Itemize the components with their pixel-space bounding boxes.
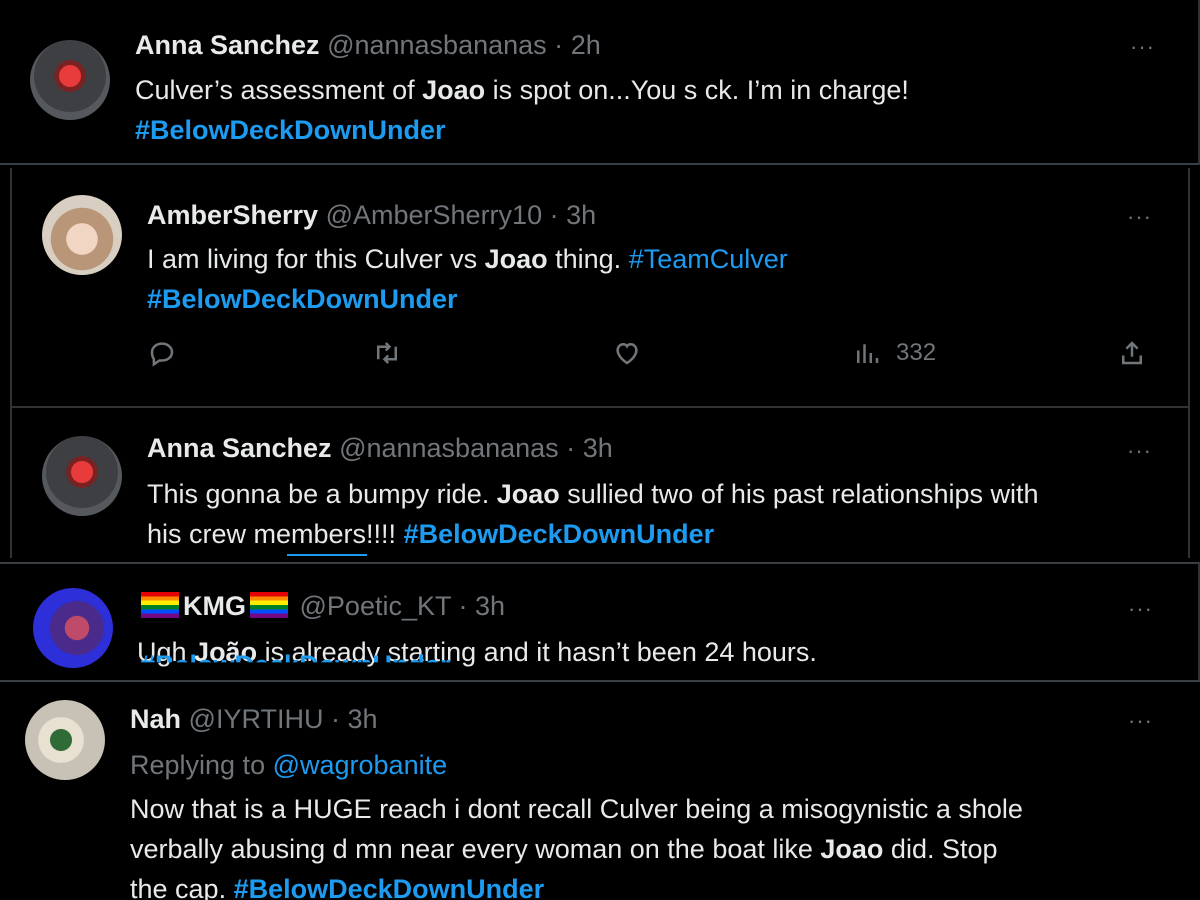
- avatar[interactable]: [42, 195, 122, 275]
- text-segment: sullied two of his past relationships wi…: [559, 479, 1039, 509]
- display-name[interactable]: KMG: [183, 591, 246, 621]
- separator-dot: ·: [549, 200, 559, 230]
- replying-to: Replying to @wagrobanite: [130, 745, 447, 785]
- user-handle[interactable]: @Poetic_KT: [300, 591, 451, 621]
- separator-dot: ·: [554, 30, 564, 60]
- user-handle[interactable]: @nannasbananas: [339, 433, 559, 463]
- views-count: 332: [896, 339, 937, 366]
- tweet-card[interactable]: Nah @IYRTIHU · 3h ··· Replying to @wagro…: [0, 680, 1200, 900]
- hashtag-link[interactable]: #BelowDeckDownUnder: [135, 115, 446, 145]
- timestamp[interactable]: 3h: [475, 591, 505, 621]
- hashtag-link[interactable]: #BelowDeckDownUnder: [234, 874, 545, 900]
- tweet-text: Now that is a HUGE reach i dont recall C…: [130, 789, 1023, 829]
- avatar[interactable]: [33, 588, 113, 668]
- tweet-text: I am living for this Culver vs Joao thin…: [147, 239, 788, 279]
- more-options-icon[interactable]: ···: [1127, 204, 1152, 230]
- avatar[interactable]: [25, 700, 105, 780]
- more-options-icon[interactable]: ···: [1130, 34, 1155, 60]
- separator-dot: ·: [566, 433, 576, 463]
- share-icon: [1122, 341, 1142, 365]
- tweet-text-line2: verbally abusing d mn near every woman o…: [130, 829, 998, 869]
- bold-text: Joao: [496, 479, 560, 509]
- text-segment: did. Stop: [883, 834, 998, 864]
- avatar[interactable]: [42, 436, 122, 516]
- hashtag-line: #BelowDeckDownUnder: [147, 279, 458, 319]
- user-handle[interactable]: @nannasbananas: [327, 30, 547, 60]
- text-segment: is spot on...You s ck. I’m in charge!: [485, 75, 909, 105]
- tweet-header: Anna Sanchez @nannasbananas · 2h: [135, 30, 601, 61]
- action-bar: 332: [142, 333, 1152, 373]
- views-button[interactable]: 332: [852, 333, 936, 373]
- tweet-header: Nah @IYRTIHU · 3h: [130, 704, 378, 735]
- reply-prefix: Replying to: [130, 750, 273, 780]
- separator-dot: ·: [458, 591, 468, 621]
- timestamp[interactable]: 2h: [571, 30, 601, 60]
- reply-button[interactable]: [147, 333, 177, 373]
- display-name[interactable]: Anna Sanchez: [147, 433, 332, 463]
- heart-icon: [616, 342, 638, 365]
- more-options-icon[interactable]: ···: [1128, 596, 1153, 622]
- tweet-card[interactable]: KMG @Poetic_KT · 3h ··· Ugh João is alre…: [0, 562, 1200, 680]
- reply-icon: [150, 342, 174, 367]
- rainbow-flag-icon: [141, 592, 179, 618]
- more-options-icon[interactable]: ···: [1128, 708, 1153, 734]
- avatar[interactable]: [30, 40, 110, 120]
- text-segment: the cap.: [130, 874, 234, 900]
- user-handle[interactable]: @AmberSherry10: [326, 200, 543, 230]
- text-segment: his crew members!!!!: [147, 519, 404, 549]
- user-handle[interactable]: @IYRTIHU: [189, 704, 324, 734]
- retweet-button[interactable]: [372, 333, 402, 373]
- hashtag-line: #BelowDeckDownUnder: [135, 110, 446, 150]
- tweet-header: KMG @Poetic_KT · 3h: [137, 591, 505, 622]
- bold-text: Joao: [422, 75, 486, 105]
- bold-text: Joao: [820, 834, 884, 864]
- tweet-card[interactable]: Anna Sanchez @nannasbananas · 3h ··· Thi…: [10, 408, 1190, 558]
- text-segment: This gonna be a bumpy ride.: [147, 479, 497, 509]
- tweet-text-line2: his crew members!!!! #BelowDeckDownUnder: [147, 514, 714, 554]
- text-segment: verbally abusing d mn near every woman o…: [130, 834, 821, 864]
- tweet-card[interactable]: AmberSherry @AmberSherry10 · 3h ··· I am…: [10, 168, 1190, 408]
- text-segment: Culver’s assessment of: [135, 75, 423, 105]
- display-name[interactable]: Nah: [130, 704, 181, 734]
- display-name[interactable]: Anna Sanchez: [135, 30, 320, 60]
- hashtag-link[interactable]: #BelowDeckDownUnder: [404, 519, 715, 549]
- divider: [287, 554, 367, 556]
- timestamp[interactable]: 3h: [583, 433, 613, 463]
- tweet-header: AmberSherry @AmberSherry10 · 3h: [147, 200, 596, 231]
- reply-handle-link[interactable]: @wagrobanite: [273, 750, 448, 780]
- timestamp[interactable]: 3h: [347, 704, 377, 734]
- text-segment: thing.: [547, 244, 629, 274]
- tweet-header: Anna Sanchez @nannasbananas · 3h: [147, 433, 613, 464]
- text-segment: Now that is a HUGE reach i dont recall C…: [130, 794, 1023, 824]
- rainbow-flag-icon: [250, 592, 288, 618]
- tweet-text-line3: the cap. #BelowDeckDownUnder: [130, 869, 544, 900]
- tweet-text: This gonna be a bumpy ride. Joao sullied…: [147, 474, 1039, 514]
- share-button[interactable]: [1117, 333, 1147, 373]
- hashtag-link[interactable]: #TeamCulver: [629, 244, 788, 274]
- timestamp[interactable]: 3h: [566, 200, 596, 230]
- like-button[interactable]: [612, 333, 642, 373]
- bold-text: Joao: [484, 244, 548, 274]
- display-name[interactable]: AmberSherry: [147, 200, 318, 230]
- tweet-card[interactable]: Anna Sanchez @nannasbananas · 2h ··· Cul…: [0, 0, 1200, 165]
- views-icon: [857, 344, 879, 363]
- hashtag-link[interactable]: #BelowDeckDownUnder: [147, 284, 458, 314]
- more-options-icon[interactable]: ···: [1127, 438, 1152, 464]
- retweet-icon: [377, 342, 397, 364]
- tweet-text: Culver’s assessment of Joao is spot on..…: [135, 70, 909, 110]
- text-segment: I am living for this Culver vs: [147, 244, 485, 274]
- separator-dot: ·: [330, 704, 340, 734]
